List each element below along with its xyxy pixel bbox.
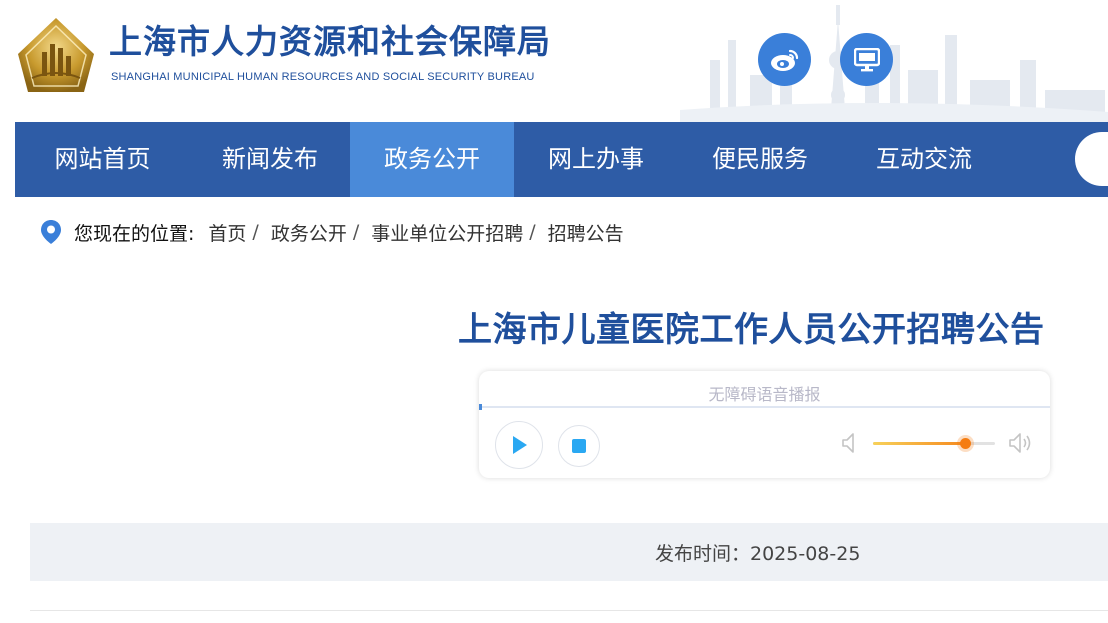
site-title: 上海市人力资源和社会保障局: [109, 22, 551, 61]
nav-item-government-affairs[interactable]: 政务公开: [350, 122, 514, 197]
breadcrumb-public-recruitment[interactable]: 事业单位公开招聘: [371, 219, 523, 246]
breadcrumb-government-affairs[interactable]: 政务公开: [271, 219, 347, 246]
player-label: 无障碍语音播报: [708, 385, 821, 404]
breadcrumb-label: 您现在的位置:: [74, 222, 195, 245]
breadcrumb-separator: /: [529, 221, 536, 243]
play-icon: [513, 436, 527, 454]
volume-high-icon[interactable]: [1008, 432, 1034, 454]
weibo-icon: [770, 49, 798, 71]
main-navigation: 网站首页 新闻发布 政务公开 网上办事 便民服务 互动交流 请: [15, 122, 1108, 197]
progress-indicator: [479, 404, 482, 410]
nav-item-convenience-services[interactable]: 便民服务: [678, 122, 842, 197]
search-box[interactable]: 请: [1075, 132, 1108, 186]
progress-track[interactable]: [479, 406, 1050, 408]
play-button[interactable]: [495, 421, 543, 469]
breadcrumb: 您现在的位置: 首页 / 政务公开 / 事业单位公开招聘 / 招聘公告: [40, 218, 624, 246]
location-pin-icon: [41, 220, 61, 244]
nav-item-interaction[interactable]: 互动交流: [842, 122, 1006, 197]
city-skyline-decoration: [680, 5, 1108, 122]
nav-item-news[interactable]: 新闻发布: [190, 122, 350, 197]
volume-fill: [873, 442, 965, 445]
site-subtitle: SHANGHAI MUNICIPAL HUMAN RESOURCES AND S…: [111, 71, 535, 83]
breadcrumb-separator: /: [252, 221, 259, 243]
site-header: 上海市人力资源和社会保障局 SHANGHAI MUNICIPAL HUMAN R…: [0, 0, 1108, 122]
accessibility-audio-player: 无障碍语音播报: [479, 371, 1050, 478]
volume-slider[interactable]: [873, 438, 995, 449]
article-info-bar: 发布时间：2025-08-25: [30, 523, 1108, 581]
stop-button[interactable]: [558, 425, 600, 467]
breadcrumb-recruitment-notice[interactable]: 招聘公告: [548, 219, 624, 246]
nav-item-home[interactable]: 网站首页: [15, 122, 190, 197]
breadcrumb-separator: /: [352, 221, 360, 243]
volume-knob[interactable]: [959, 438, 971, 449]
desktop-version-button[interactable]: [840, 33, 893, 86]
publish-date: 发布时间：2025-08-25: [655, 543, 861, 565]
breadcrumb-home[interactable]: 首页: [208, 219, 246, 246]
volume-low-icon[interactable]: [841, 432, 857, 454]
stop-icon: [572, 439, 586, 453]
content-divider: [30, 610, 1108, 611]
bureau-emblem-logo: [18, 18, 94, 92]
desktop-icon: [853, 47, 880, 71]
weibo-button[interactable]: [758, 33, 811, 86]
article-title: 上海市儿童医院工作人员公开招聘公告: [458, 310, 1045, 350]
nav-item-online-services[interactable]: 网上办事: [514, 122, 678, 197]
